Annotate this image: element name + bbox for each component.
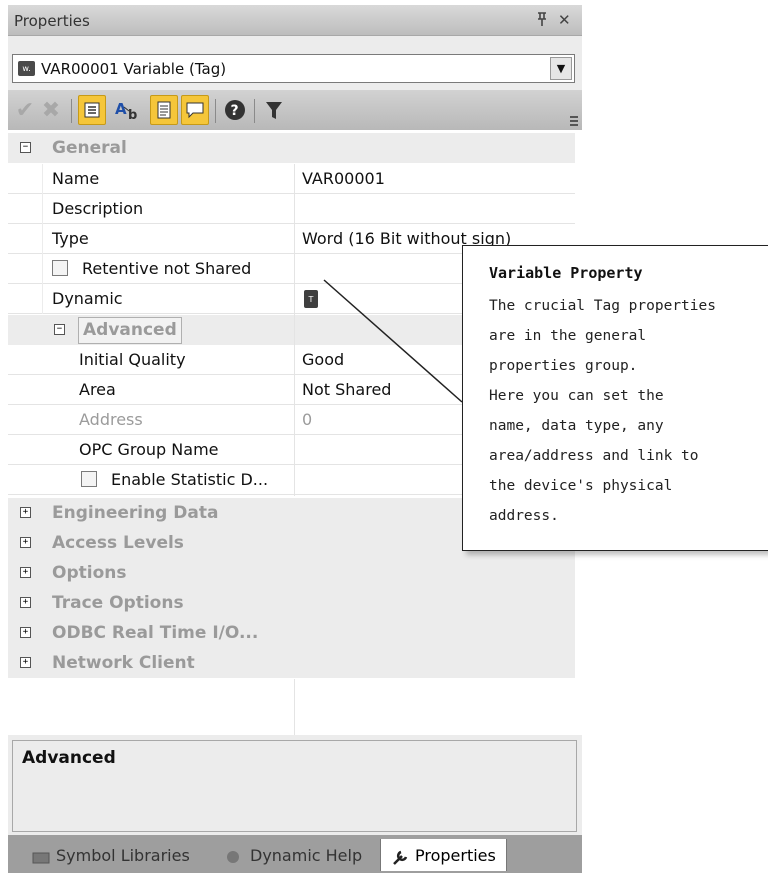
tooltip-line: the device's physical [489,478,673,494]
tooltip-line: address. [489,508,559,524]
tooltip-line: name, data type, any [489,418,664,434]
tooltip-line: The crucial Tag properties [489,298,716,314]
variable-property-tooltip: Variable Property The crucial Tag proper… [462,245,768,551]
tooltip-line: Here you can set the [489,388,664,404]
tooltip-line: are in the general [489,328,647,344]
tooltip-line: properties group. [489,358,638,374]
tooltip-line: area/address and link to [489,448,699,464]
tooltip-title: Variable Property [489,264,643,282]
